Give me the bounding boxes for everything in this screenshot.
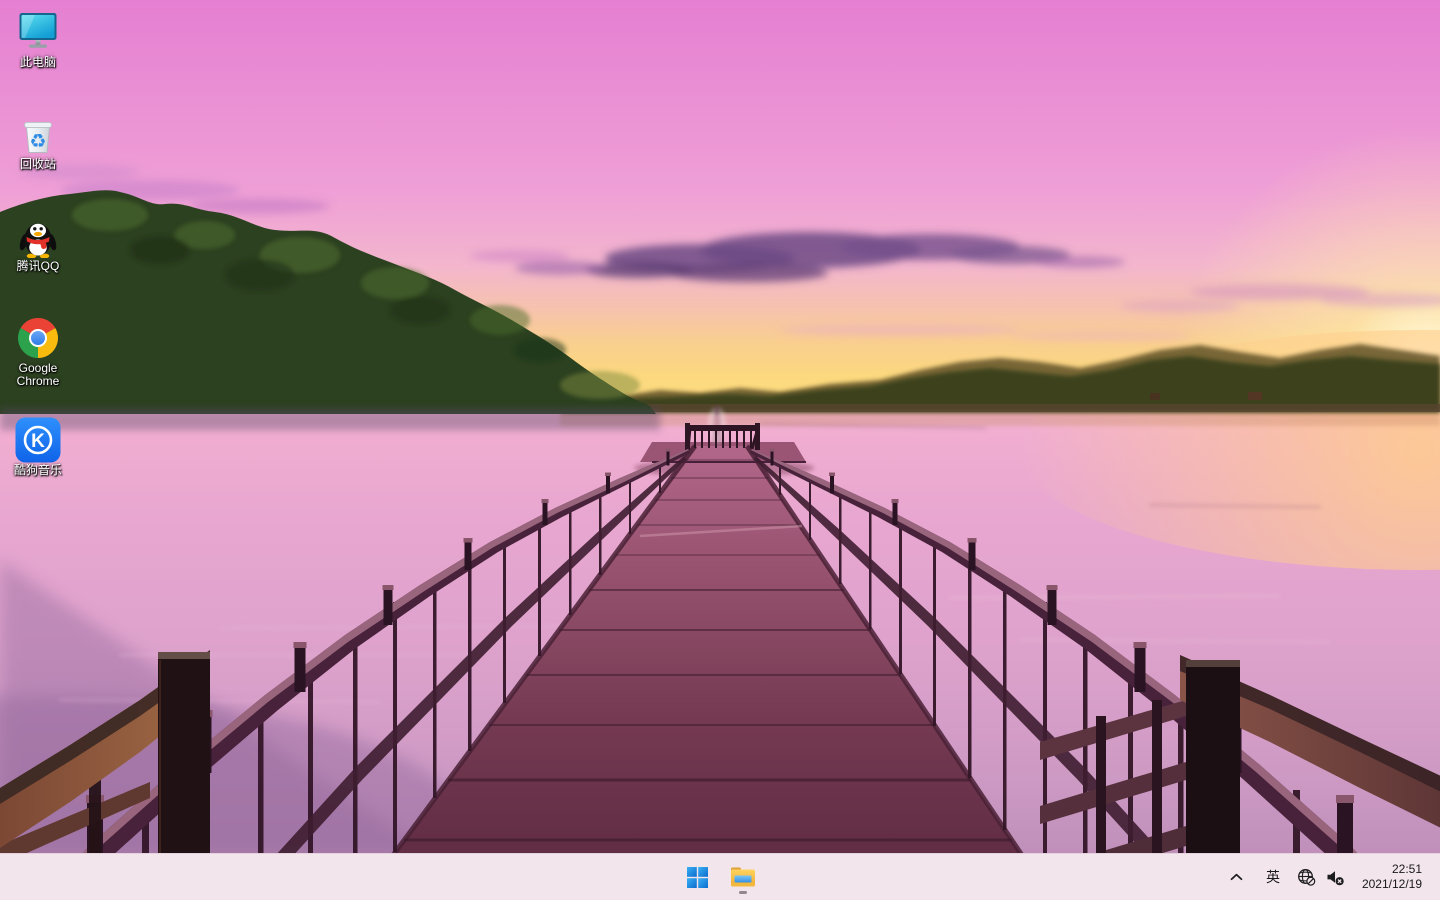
recycle-bin-icon: ♻︎ [15,111,61,157]
icon-label: 回收站 [20,158,56,171]
network-button[interactable] [1292,857,1321,897]
windows-logo-icon [687,867,708,888]
chevron-up-icon [1230,873,1243,881]
system-tray: 英 [1225,854,1440,900]
kugou-monogram: K [31,431,45,452]
desktop-icon-recycle-bin[interactable]: ♻︎ 回收站 [6,108,70,210]
desktop-screen: 此电脑 ♻︎ 回收站 [0,0,1440,900]
file-explorer-button[interactable] [723,857,763,897]
kugou-icon: K [15,417,61,463]
chrome-icon [15,315,61,361]
taskbar-center-group [677,854,763,900]
clock[interactable]: 22:51 2021/12/19 [1357,857,1427,897]
taskbar: 英 [0,853,1440,900]
svg-text:♻︎: ♻︎ [29,131,46,153]
desktop-icon-tencent-qq[interactable]: 腾讯QQ [6,210,70,312]
ime-label: 英 [1259,867,1287,887]
desktop-icon-column: 此电脑 ♻︎ 回收站 [6,6,70,516]
this-pc-icon [15,9,61,55]
globe-no-internet-icon [1297,868,1316,886]
icon-label: 此电脑 [20,56,56,69]
wallpaper [0,0,1440,900]
wallpaper-image [0,0,1440,900]
start-button[interactable] [677,857,717,897]
icon-label: 酷狗音乐 [14,464,62,477]
folder-icon [730,866,756,889]
clock-date: 2021/12/19 [1362,877,1422,892]
speaker-muted-icon [1326,869,1345,886]
hidden-icons-button[interactable] [1225,857,1248,897]
icon-label: 腾讯QQ [17,260,60,273]
desktop-icon-this-pc[interactable]: 此电脑 [6,6,70,108]
desktop-icon-kugou-music[interactable]: K 酷狗音乐 [6,414,70,516]
desktop-icon-google-chrome[interactable]: Google Chrome [6,312,70,414]
clock-time: 22:51 [1362,862,1422,877]
ime-indicator[interactable]: 英 [1254,857,1292,897]
qq-penguin-icon [15,213,61,259]
running-indicator [739,891,747,894]
volume-button[interactable] [1321,857,1350,897]
icon-label: Google Chrome [7,362,69,388]
